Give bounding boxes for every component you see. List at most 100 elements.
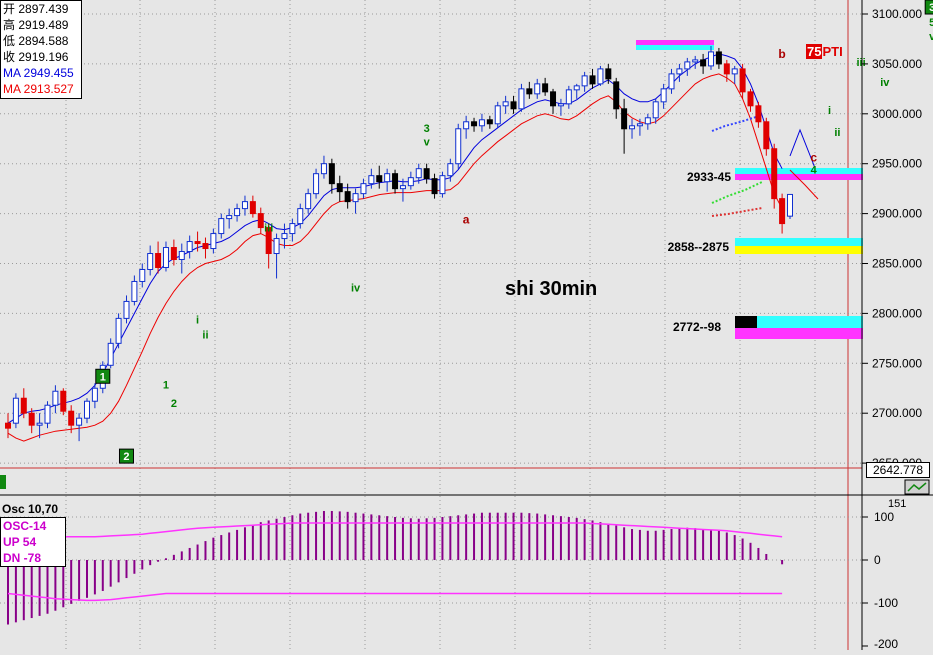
candle-body bbox=[486, 119, 493, 125]
zone-low-cyan bbox=[757, 316, 863, 328]
price-tick-label: 2900.000 bbox=[872, 207, 922, 221]
candle-body bbox=[273, 238, 280, 255]
close-value: 2919.196 bbox=[18, 50, 69, 64]
candle-body bbox=[352, 193, 359, 203]
ma-slow-row: MA 2913.527 bbox=[3, 82, 74, 96]
osc-tick-label: -100 bbox=[874, 596, 898, 610]
zone-label-lower: 2772--98 bbox=[673, 320, 721, 334]
candle-body bbox=[755, 105, 762, 123]
candle-body bbox=[621, 108, 628, 130]
bear-candle bbox=[771, 143, 778, 209]
high-label: 高 bbox=[3, 18, 16, 32]
bull-candle bbox=[12, 393, 19, 429]
candle-body bbox=[494, 105, 501, 125]
pti-badge[interactable]: 75PTI bbox=[806, 44, 843, 59]
chart-title: shi 30min bbox=[505, 278, 598, 300]
candle-body bbox=[787, 193, 793, 217]
zone-mid-cyan bbox=[735, 238, 863, 246]
candle-body bbox=[708, 51, 715, 67]
bull-candle bbox=[455, 123, 462, 169]
bull-candle bbox=[597, 65, 604, 86]
price-tick-label: 2850.000 bbox=[872, 257, 922, 271]
candle-body bbox=[779, 198, 786, 225]
candle-body bbox=[313, 173, 320, 195]
low-row: 低 2894.588 bbox=[1, 33, 81, 49]
candle-body bbox=[376, 175, 383, 183]
candle-body bbox=[60, 390, 67, 412]
candle-body bbox=[692, 59, 699, 63]
high-row: 高 2919.489 bbox=[1, 17, 81, 33]
price-tick-label: 2700.000 bbox=[872, 406, 922, 420]
candle-body bbox=[257, 213, 264, 229]
bear-candle bbox=[60, 388, 67, 416]
candle-body bbox=[5, 422, 11, 429]
candle-body bbox=[123, 300, 130, 319]
candle-body bbox=[28, 412, 35, 426]
candle-body bbox=[739, 68, 746, 93]
candle-body bbox=[139, 268, 146, 282]
candle-body bbox=[573, 85, 580, 91]
candle-body bbox=[534, 83, 541, 95]
open-row: 开 2897.439 bbox=[1, 1, 81, 17]
candle-body bbox=[107, 342, 114, 366]
zone-label-middle: 2858--2875 bbox=[668, 240, 730, 254]
candle-body bbox=[115, 317, 122, 344]
osc-tick-label: -200 bbox=[874, 637, 898, 650]
osc-dn: DN -78 bbox=[3, 551, 42, 565]
candle-body bbox=[431, 178, 438, 195]
candle-body bbox=[597, 68, 604, 85]
bull-candle bbox=[787, 193, 793, 220]
candle-body bbox=[234, 208, 241, 217]
scroll-handle-icon bbox=[0, 475, 6, 489]
abc-label: c bbox=[810, 151, 817, 165]
candle-body bbox=[502, 101, 509, 107]
candle-body bbox=[455, 128, 462, 165]
chart-canvas: 2933-452858--28752772--98 1212iiiiiiiv3v… bbox=[0, 0, 933, 651]
candle-body bbox=[581, 75, 588, 87]
open-label: 开 bbox=[3, 2, 16, 16]
candle-body bbox=[644, 117, 651, 125]
candle-body bbox=[210, 233, 217, 250]
osc-up: UP 54 bbox=[3, 535, 37, 549]
price-tick-label: 2950.000 bbox=[872, 157, 922, 171]
candle-body bbox=[226, 215, 233, 220]
abc-label: a bbox=[463, 213, 470, 227]
candle-body bbox=[178, 251, 185, 261]
candle-body bbox=[162, 247, 169, 268]
osc-title: Osc 10,70 bbox=[2, 502, 59, 516]
wave-label: iv bbox=[351, 282, 361, 294]
candle-body bbox=[763, 121, 770, 150]
wave-label: v bbox=[424, 137, 431, 149]
candle-body bbox=[289, 223, 296, 235]
pti-text: PTI bbox=[822, 44, 843, 59]
candle-body bbox=[281, 233, 288, 240]
candle-body bbox=[20, 397, 27, 414]
candle-body bbox=[36, 422, 43, 426]
bull-candle bbox=[115, 313, 122, 349]
candle-body bbox=[700, 59, 707, 67]
zone-mid-yellow bbox=[735, 246, 863, 254]
candle-body bbox=[415, 168, 422, 179]
wave-label-boxed: 3 bbox=[929, 2, 933, 14]
price-tick-label: 3100.000 bbox=[872, 7, 922, 21]
candle-body bbox=[186, 241, 193, 253]
candle-body bbox=[241, 201, 248, 210]
candle-body bbox=[83, 400, 90, 419]
wave-label: iii bbox=[264, 223, 273, 235]
candle-body bbox=[605, 68, 612, 80]
osc-tick-label: 100 bbox=[874, 510, 894, 524]
candle-body bbox=[660, 88, 667, 103]
ma-fast-row: MA 2949.455 bbox=[3, 66, 74, 80]
candle-body bbox=[147, 253, 154, 270]
candle-body bbox=[12, 397, 19, 424]
candle-body bbox=[52, 390, 59, 406]
candle-body bbox=[368, 175, 375, 185]
wave-label: iii bbox=[857, 57, 866, 69]
low-value: 2894.588 bbox=[18, 34, 69, 48]
wave-label: 5 bbox=[929, 17, 933, 29]
wave-label: 3 bbox=[424, 123, 430, 135]
candle-body bbox=[463, 121, 470, 130]
candle-body bbox=[518, 88, 525, 110]
candle-body bbox=[542, 83, 549, 93]
wave-label-boxed: 2 bbox=[123, 451, 129, 463]
